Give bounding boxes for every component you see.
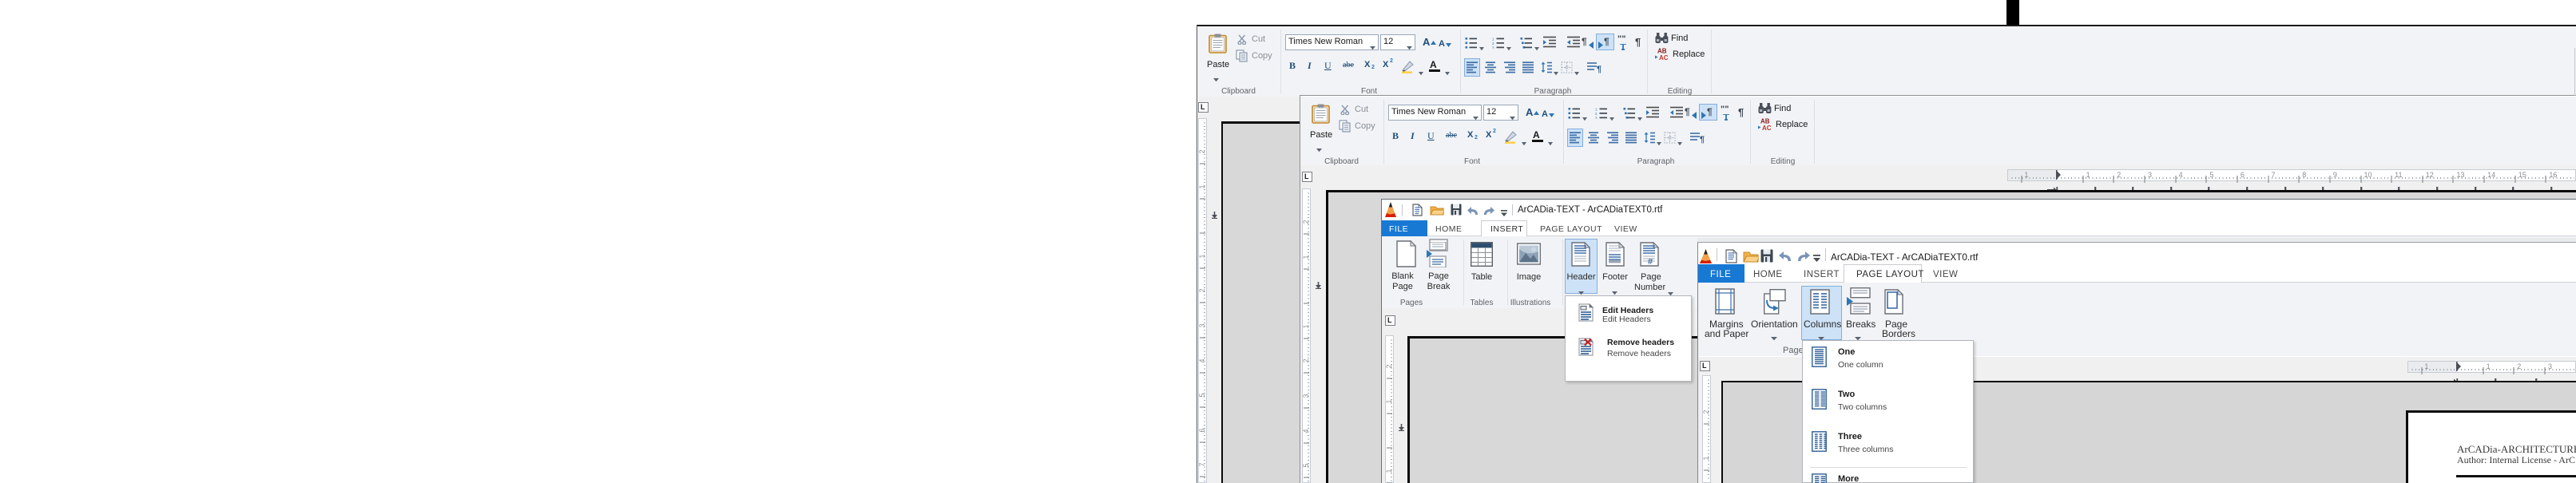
svg-text:2: 2 [1595,112,1598,116]
svg-text:¶: ¶ [1597,65,1602,73]
svg-text:¶: ¶ [1700,135,1705,144]
svg-text:3: 3 [1492,46,1494,49]
svg-text:1: 1 [1492,37,1494,41]
svg-text:2: 2 [1492,42,1494,46]
svg-text:3: 3 [1595,116,1598,119]
svg-text:1: 1 [1595,107,1598,111]
svg-text:AC: AC [1659,54,1669,61]
svg-text:AC: AC [1762,125,1772,131]
svg-text:#: # [1648,257,1653,266]
